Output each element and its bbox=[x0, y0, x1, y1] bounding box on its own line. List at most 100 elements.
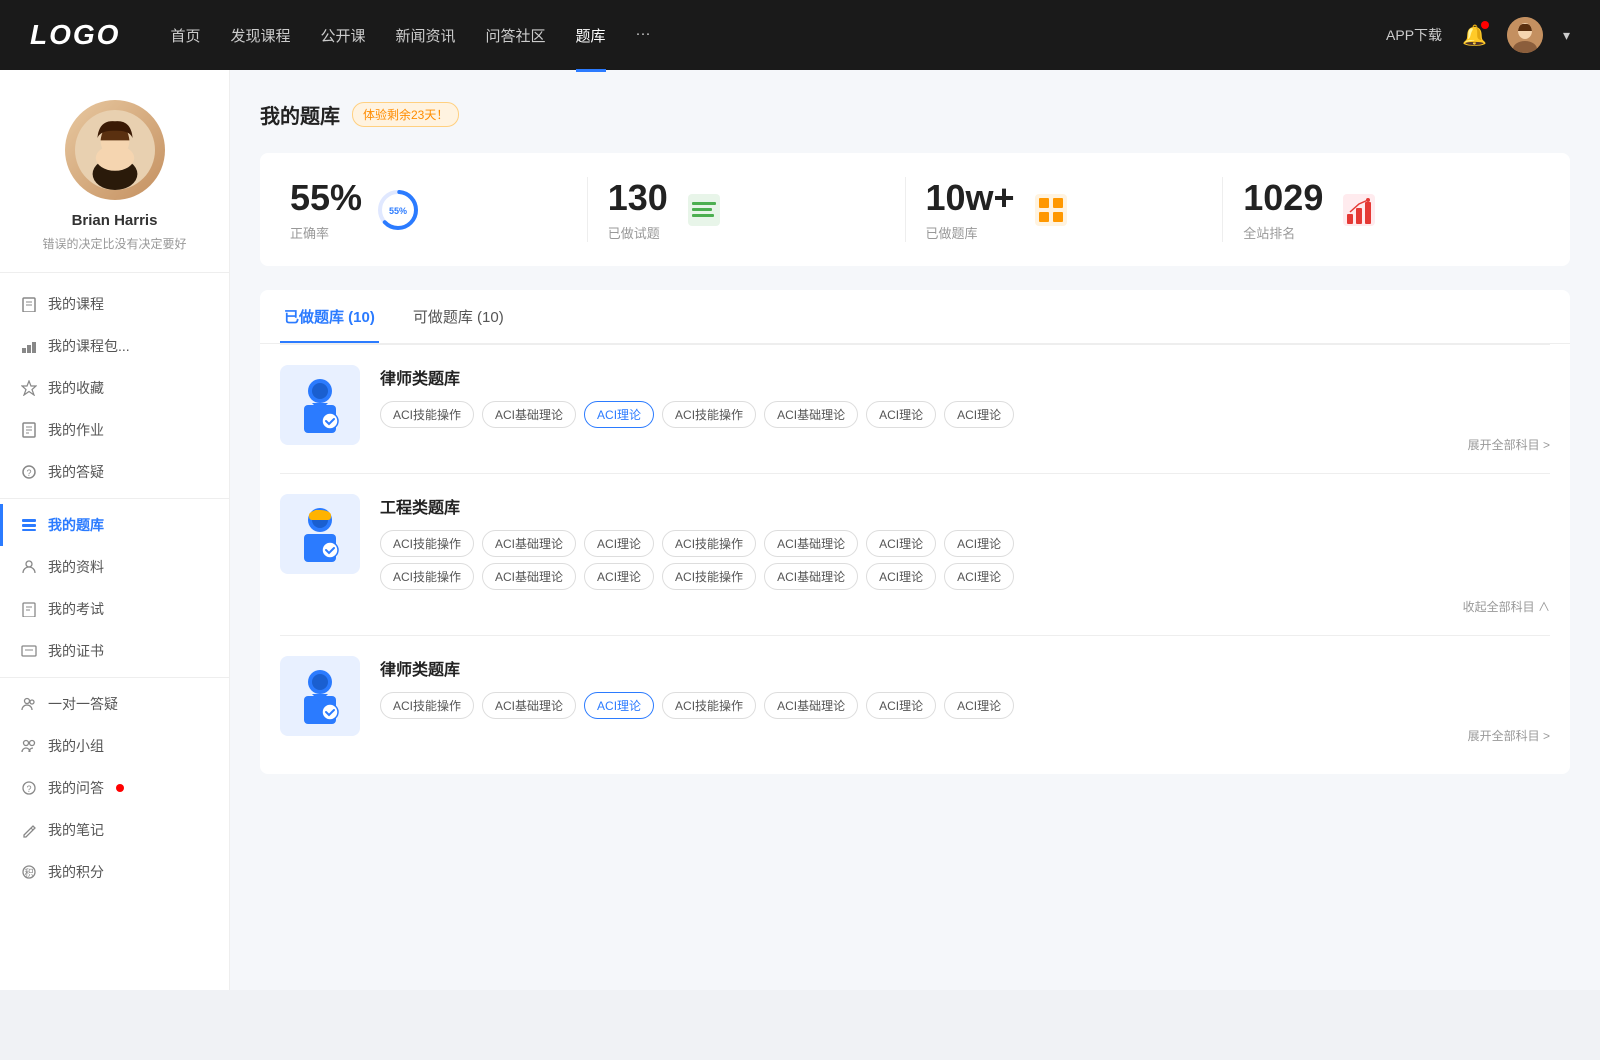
accuracy-number: 55% bbox=[290, 177, 362, 219]
nav-discover[interactable]: 发现课程 bbox=[230, 21, 290, 50]
tag-3-6[interactable]: ACI理论 bbox=[866, 692, 936, 719]
tag-2-1[interactable]: ACI技能操作 bbox=[380, 530, 474, 557]
profile-icon bbox=[20, 558, 38, 576]
sidebar: Brian Harris 错误的决定比没有决定要好 我的课程 我的课程包... bbox=[0, 70, 230, 990]
bank-title-2: 工程类题库 bbox=[380, 494, 1550, 518]
notification-bell[interactable]: 🔔 bbox=[1462, 23, 1487, 48]
nav-open-course[interactable]: 公开课 bbox=[320, 21, 365, 50]
sidebar-label-points: 我的积分 bbox=[48, 862, 104, 882]
sidebar-item-points[interactable]: 积 我的积分 bbox=[0, 851, 229, 893]
bank-body-2: 工程类题库 ACI技能操作 ACI基础理论 ACI理论 ACI技能操作 ACI基… bbox=[380, 494, 1550, 615]
done-questions-icon bbox=[682, 188, 726, 232]
tag-3-7[interactable]: ACI理论 bbox=[944, 692, 1014, 719]
sidebar-item-question-bank[interactable]: 我的题库 bbox=[0, 504, 229, 546]
tag-2-8[interactable]: ACI技能操作 bbox=[380, 563, 474, 590]
nav-news[interactable]: 新闻资讯 bbox=[396, 21, 456, 50]
tag-3-5[interactable]: ACI基础理论 bbox=[764, 692, 858, 719]
sidebar-item-exam[interactable]: 我的考试 bbox=[0, 588, 229, 630]
user-avatar[interactable] bbox=[1507, 17, 1543, 53]
tag-3-1[interactable]: ACI技能操作 bbox=[380, 692, 474, 719]
tag-2-7[interactable]: ACI理论 bbox=[944, 530, 1014, 557]
svg-text:55%: 55% bbox=[389, 206, 407, 216]
stats-card: 55% 正确率 55% 130 已做试题 bbox=[260, 153, 1570, 266]
tag-1-1[interactable]: ACI技能操作 bbox=[380, 401, 474, 428]
collect-icon bbox=[20, 379, 38, 397]
bank-tags-1: ACI技能操作 ACI基础理论 ACI理论 ACI技能操作 ACI基础理论 AC… bbox=[380, 401, 1550, 428]
tag-1-4[interactable]: ACI技能操作 bbox=[662, 401, 756, 428]
profile-motto: 错误的决定比没有决定要好 bbox=[42, 235, 186, 252]
tag-1-7[interactable]: ACI理论 bbox=[944, 401, 1014, 428]
points-icon: 积 bbox=[20, 863, 38, 881]
tag-1-2[interactable]: ACI基础理论 bbox=[482, 401, 576, 428]
sidebar-item-my-qa[interactable]: ? 我的问答 bbox=[0, 767, 229, 809]
tag-2-13[interactable]: ACI理论 bbox=[866, 563, 936, 590]
stat-accuracy: 55% 正确率 55% bbox=[290, 177, 588, 242]
svg-text:积: 积 bbox=[24, 867, 33, 878]
content-area: 我的题库 体验剩余23天！ 55% 正确率 55% bbox=[230, 70, 1600, 990]
sidebar-item-notes[interactable]: 我的笔记 bbox=[0, 809, 229, 851]
sidebar-label-question-bank: 我的题库 bbox=[48, 515, 104, 535]
sidebar-label-course-pkg: 我的课程包... bbox=[48, 336, 130, 356]
tag-3-4[interactable]: ACI技能操作 bbox=[662, 692, 756, 719]
tab-done[interactable]: 已做题库 (10) bbox=[280, 290, 379, 343]
my-qa-dot bbox=[116, 784, 124, 792]
logo: LOGO bbox=[30, 19, 120, 51]
tag-2-14[interactable]: ACI理论 bbox=[944, 563, 1014, 590]
my-qa-icon: ? bbox=[20, 779, 38, 797]
sidebar-item-group[interactable]: 我的小组 bbox=[0, 725, 229, 767]
tag-2-2[interactable]: ACI基础理论 bbox=[482, 530, 576, 557]
sidebar-label-notes: 我的笔记 bbox=[48, 820, 104, 840]
sidebar-label-collect: 我的收藏 bbox=[48, 378, 104, 398]
nav-question-bank[interactable]: 题库 bbox=[576, 21, 606, 50]
bank-tags-row1: ACI技能操作 ACI基础理论 ACI理论 ACI技能操作 ACI基础理论 AC… bbox=[380, 530, 1550, 557]
sidebar-item-qa[interactable]: ? 我的答疑 bbox=[0, 451, 229, 493]
cert-icon bbox=[20, 642, 38, 660]
svg-text:?: ? bbox=[26, 468, 31, 478]
group-icon bbox=[20, 737, 38, 755]
tag-2-12[interactable]: ACI基础理论 bbox=[764, 563, 858, 590]
tag-1-5[interactable]: ACI基础理论 bbox=[764, 401, 858, 428]
exam-icon bbox=[20, 600, 38, 618]
banks-container: 律师类题库 ACI技能操作 ACI基础理论 ACI理论 ACI技能操作 ACI基… bbox=[260, 344, 1570, 774]
avatar-img bbox=[1507, 17, 1543, 53]
tag-1-3[interactable]: ACI理论 bbox=[584, 401, 654, 428]
app-download-link[interactable]: APP下载 bbox=[1386, 25, 1442, 45]
nav-more[interactable]: ··· bbox=[636, 21, 651, 50]
sidebar-item-1on1[interactable]: 一对一答疑 bbox=[0, 683, 229, 725]
bank-expand-btn-1[interactable]: 展开全部科目 > bbox=[380, 436, 1550, 453]
bank-title-1: 律师类题库 bbox=[380, 365, 1550, 389]
tag-2-11[interactable]: ACI技能操作 bbox=[662, 563, 756, 590]
sidebar-item-homework[interactable]: 我的作业 bbox=[0, 409, 229, 451]
tag-2-3[interactable]: ACI理论 bbox=[584, 530, 654, 557]
tab-available[interactable]: 可做题库 (10) bbox=[409, 290, 508, 343]
tag-2-4[interactable]: ACI技能操作 bbox=[662, 530, 756, 557]
bank-icon-engineer bbox=[280, 494, 360, 574]
bank-icon-lawyer-3 bbox=[280, 656, 360, 736]
tag-3-2[interactable]: ACI基础理论 bbox=[482, 692, 576, 719]
sidebar-item-cert[interactable]: 我的证书 bbox=[0, 630, 229, 672]
done-questions-label: 已做试题 bbox=[608, 223, 668, 242]
tag-2-6[interactable]: ACI理论 bbox=[866, 530, 936, 557]
sidebar-item-course-pkg[interactable]: 我的课程包... bbox=[0, 325, 229, 367]
tag-2-10[interactable]: ACI理论 bbox=[584, 563, 654, 590]
page-title: 我的题库 bbox=[260, 100, 340, 129]
stat-rank-value: 1029 全站排名 bbox=[1243, 177, 1323, 242]
navbar: LOGO 首页 发现课程 公开课 新闻资讯 问答社区 题库 ··· APP下载 … bbox=[0, 0, 1600, 70]
tag-2-5[interactable]: ACI基础理论 bbox=[764, 530, 858, 557]
accuracy-label: 正确率 bbox=[290, 223, 362, 242]
tag-3-3[interactable]: ACI理论 bbox=[584, 692, 654, 719]
tag-2-9[interactable]: ACI基础理论 bbox=[482, 563, 576, 590]
bank-expand-btn-3[interactable]: 展开全部科目 > bbox=[380, 727, 1550, 744]
sidebar-item-course[interactable]: 我的课程 bbox=[0, 283, 229, 325]
sidebar-item-collect[interactable]: 我的收藏 bbox=[0, 367, 229, 409]
divider1 bbox=[0, 498, 229, 499]
user-dropdown-arrow[interactable]: ▾ bbox=[1563, 27, 1570, 44]
nav-qa[interactable]: 问答社区 bbox=[486, 21, 546, 50]
nav-home[interactable]: 首页 bbox=[170, 21, 200, 50]
sidebar-label-group: 我的小组 bbox=[48, 736, 104, 756]
sidebar-item-profile[interactable]: 我的资料 bbox=[0, 546, 229, 588]
1on1-icon bbox=[20, 695, 38, 713]
rank-label: 全站排名 bbox=[1243, 223, 1323, 242]
tag-1-6[interactable]: ACI理论 bbox=[866, 401, 936, 428]
bank-collapse-btn-2[interactable]: 收起全部科目 ∧ bbox=[380, 598, 1550, 615]
